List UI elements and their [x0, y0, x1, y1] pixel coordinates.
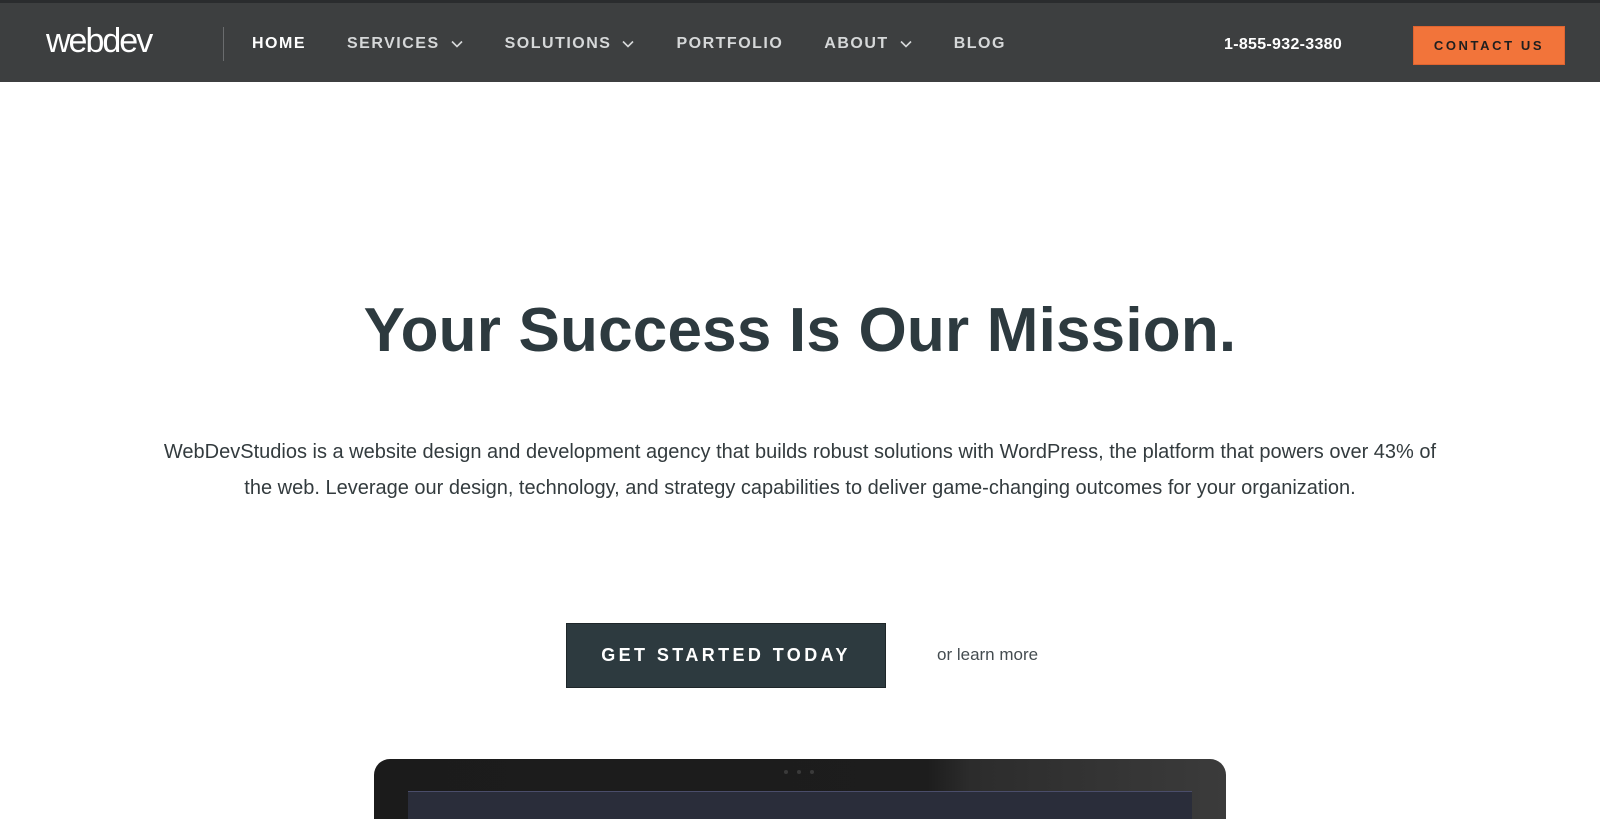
chevron-down-icon: [621, 37, 635, 51]
nav-item-home[interactable]: HOME: [252, 33, 306, 55]
logo-divider: [223, 27, 224, 61]
laptop-screen: [408, 791, 1192, 819]
nav-item-label: SOLUTIONS: [504, 35, 612, 52]
learn-more-link[interactable]: or learn more: [937, 645, 1038, 665]
nav-item-about[interactable]: ABOUT: [824, 33, 912, 55]
nav-item-label: BLOG: [953, 35, 1006, 52]
chevron-down-icon: [450, 37, 464, 51]
hero-title: Your Success Is Our Mission.: [363, 296, 1237, 365]
nav-item-solutions[interactable]: SOLUTIONS: [505, 33, 636, 55]
hero-description: WebDevStudios is a website design and de…: [163, 441, 1437, 499]
site-header: webdev HOME SERVICES SOLUTIONS PORTFOLIO…: [0, 0, 1600, 82]
nav-item-services[interactable]: SERVICES: [347, 33, 464, 55]
nav-item-label: HOME: [252, 35, 306, 52]
nav-item-blog[interactable]: BLOG: [954, 33, 1006, 55]
nav-item-label: PORTFOLIO: [676, 35, 784, 52]
contact-us-button[interactable]: CONTACT US: [1413, 26, 1565, 65]
nav-item-label: ABOUT: [824, 35, 889, 52]
site-logo[interactable]: webdev: [46, 21, 153, 61]
nav-item-portfolio[interactable]: PORTFOLIO: [676, 33, 783, 55]
nav-item-label: SERVICES: [347, 35, 440, 52]
get-started-button[interactable]: GET STARTED TODAY: [566, 623, 886, 688]
laptop-image: [374, 759, 1226, 819]
chevron-down-icon: [899, 37, 913, 51]
camera-icon: [784, 770, 814, 774]
phone-link[interactable]: 1-855-932-3380: [1224, 35, 1342, 55]
main-nav: HOME SERVICES SOLUTIONS PORTFOLIO ABOUT …: [252, 33, 1047, 55]
